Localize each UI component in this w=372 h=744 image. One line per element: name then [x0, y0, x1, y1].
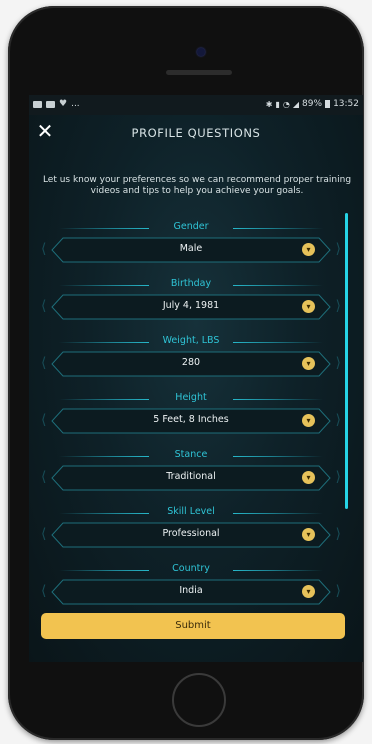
field-weight-lbs: Weight, LBS ⟨ ⟩ 280 ▾	[39, 335, 343, 387]
battery-percent: 89%	[302, 99, 323, 109]
intro-text: Let us know your preferences so we can r…	[42, 175, 352, 196]
field-label: Skill Level	[167, 506, 215, 517]
top-bar: ✕ PROFILE QUESTIONS	[29, 117, 363, 149]
field-label: Height	[175, 392, 207, 403]
status-bar: ♥ ... ✱ ▮ ◔ ◢ 89% 13:52	[29, 95, 363, 115]
field-value: Male	[179, 243, 203, 254]
field-gender: Gender ⟨ ⟩ Male ▾	[39, 221, 343, 273]
field-label-row: Country	[39, 563, 343, 577]
field-select[interactable]: ⟨ ⟩ 280 ▾	[41, 351, 341, 377]
page-title: PROFILE QUESTIONS	[131, 126, 261, 140]
field-select[interactable]: ⟨ ⟩ India ▾	[41, 579, 341, 605]
front-camera	[197, 48, 205, 56]
field-label-row: Weight, LBS	[39, 335, 343, 349]
field-height: Height ⟨ ⟩ 5 Feet, 8 Inches ▾	[39, 392, 343, 444]
field-value: 5 Feet, 8 Inches	[153, 414, 229, 425]
field-label: Birthday	[170, 278, 212, 289]
chevron-down-icon[interactable]: ▾	[302, 357, 315, 370]
field-select[interactable]: ⟨ ⟩ Traditional ▾	[41, 465, 341, 491]
battery-icon	[325, 100, 331, 108]
field-label-row: Birthday	[39, 278, 343, 292]
field-select[interactable]: ⟨ ⟩ Professional ▾	[41, 522, 341, 548]
notification-heart-icon: ♥	[59, 99, 68, 109]
notification-mail-icon	[33, 100, 42, 108]
right-bracket-icon: ⟩	[335, 526, 341, 542]
chevron-down-icon[interactable]: ▾	[302, 528, 315, 541]
field-label-row: Height	[39, 392, 343, 406]
right-bracket-icon: ⟩	[335, 298, 341, 314]
wifi-icon: ◔	[282, 99, 290, 109]
chevron-down-icon[interactable]: ▾	[302, 243, 315, 256]
notification-image-icon	[46, 100, 55, 108]
notification-more: ...	[71, 99, 80, 109]
field-label-row: Gender	[39, 221, 343, 235]
field-value: India	[179, 585, 203, 596]
signal-icon: ◢	[292, 99, 300, 109]
chevron-down-icon[interactable]: ▾	[302, 471, 315, 484]
left-bracket-icon: ⟨	[41, 583, 47, 599]
left-bracket-icon: ⟨	[41, 298, 47, 314]
field-label: Stance	[174, 449, 208, 460]
field-label-row: Stance	[39, 449, 343, 463]
field-stance: Stance ⟨ ⟩ Traditional ▾	[39, 449, 343, 501]
earpiece-speaker	[166, 70, 232, 75]
left-bracket-icon: ⟨	[41, 526, 47, 542]
field-birthday: Birthday ⟨ ⟩ July 4, 1981 ▾	[39, 278, 343, 330]
chevron-down-icon[interactable]: ▾	[302, 585, 315, 598]
app-screen: ♥ ... ✱ ▮ ◔ ◢ 89% 13:52 ✕ PROFILE QUESTI…	[29, 95, 363, 662]
left-bracket-icon: ⟨	[41, 469, 47, 485]
clock: 13:52	[333, 99, 359, 109]
field-label: Gender	[173, 221, 209, 232]
submit-button[interactable]: Submit	[41, 613, 345, 639]
field-select[interactable]: ⟨ ⟩ July 4, 1981 ▾	[41, 294, 341, 320]
field-value: Traditional	[166, 471, 216, 482]
field-select[interactable]: ⟨ ⟩ Male ▾	[41, 237, 341, 263]
right-bracket-icon: ⟩	[335, 355, 341, 371]
right-bracket-icon: ⟩	[335, 583, 341, 599]
chevron-down-icon[interactable]: ▾	[302, 414, 315, 427]
right-bracket-icon: ⟩	[335, 412, 341, 428]
field-select[interactable]: ⟨ ⟩ 5 Feet, 8 Inches ▾	[41, 408, 341, 434]
bluetooth-icon: ✱	[265, 99, 273, 109]
right-bracket-icon: ⟩	[335, 469, 341, 485]
chevron-down-icon[interactable]: ▾	[302, 300, 315, 313]
home-button[interactable]	[172, 673, 226, 727]
scrollbar[interactable]	[345, 213, 348, 509]
right-bracket-icon: ⟩	[335, 241, 341, 257]
field-value: Professional	[162, 528, 220, 539]
vibrate-icon: ▮	[275, 99, 280, 109]
field-label-row: Skill Level	[39, 506, 343, 520]
field-label: Country	[172, 563, 210, 574]
field-value: 280	[181, 357, 201, 368]
field-label: Weight, LBS	[162, 335, 220, 346]
field-country: Country ⟨ ⟩ India ▾	[39, 563, 343, 615]
left-bracket-icon: ⟨	[41, 412, 47, 428]
field-skill-level: Skill Level ⟨ ⟩ Professional ▾	[39, 506, 343, 558]
left-bracket-icon: ⟨	[41, 355, 47, 371]
left-bracket-icon: ⟨	[41, 241, 47, 257]
field-value: July 4, 1981	[162, 300, 220, 311]
